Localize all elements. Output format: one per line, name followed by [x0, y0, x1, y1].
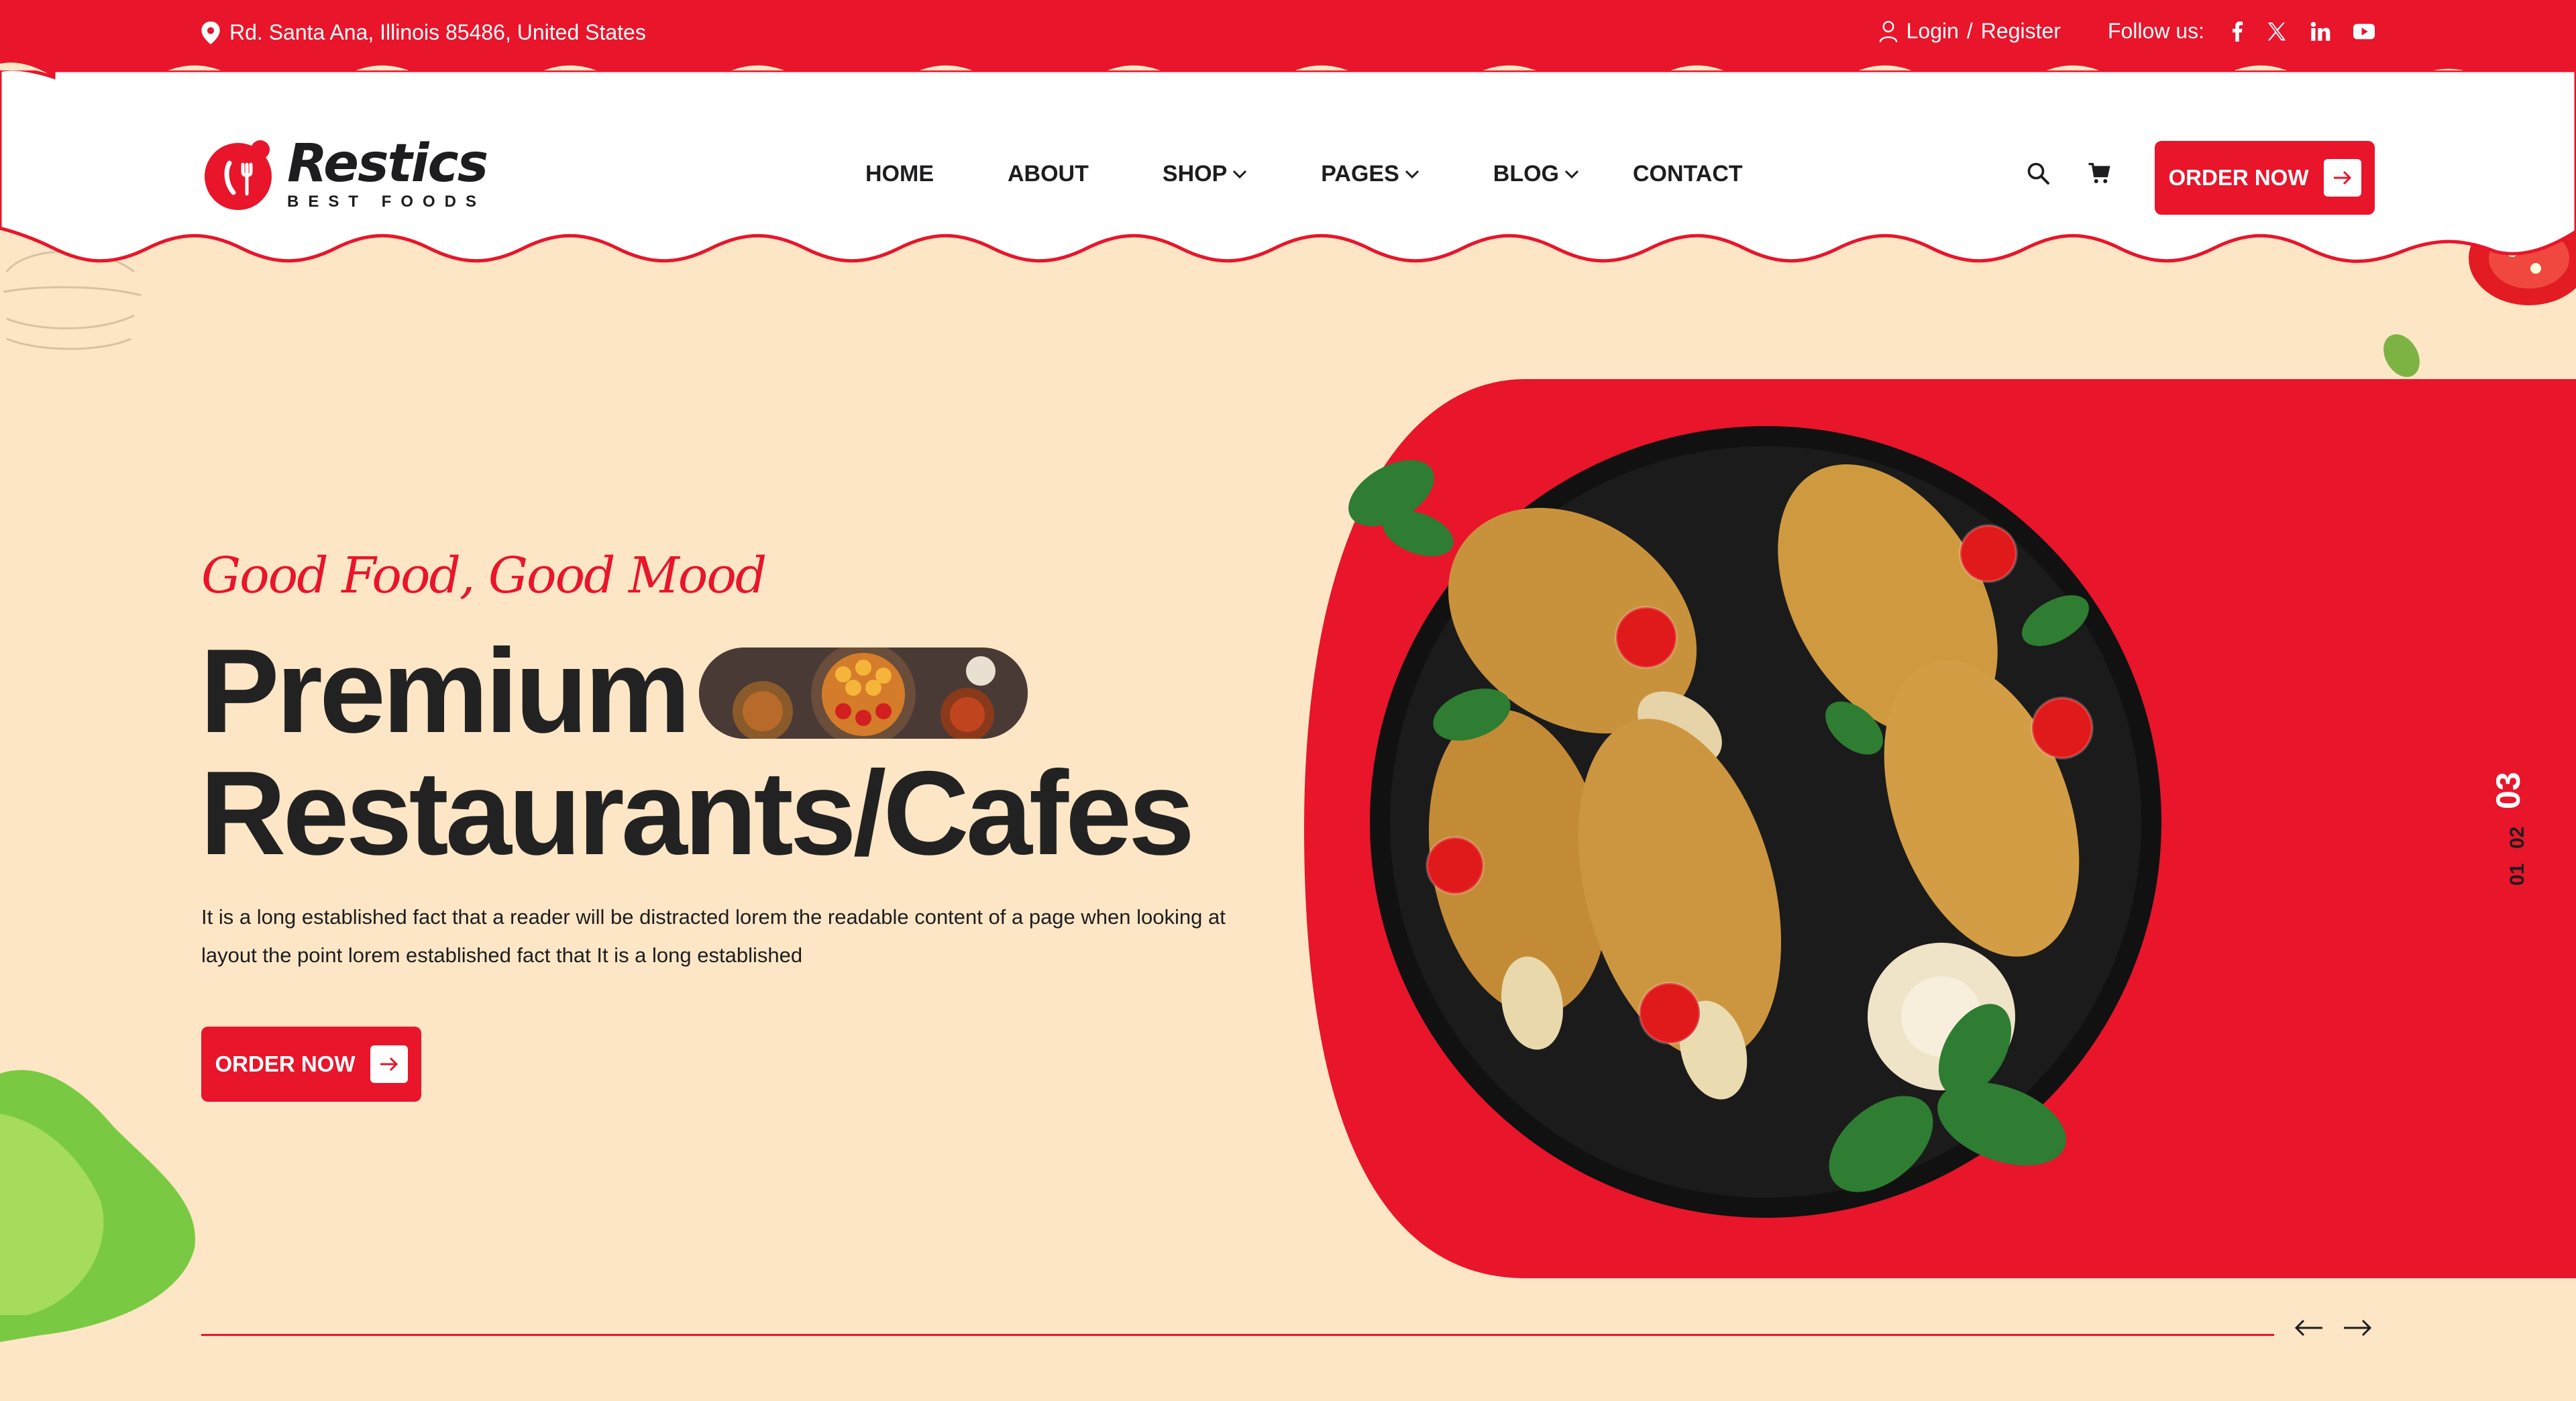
nav-contact[interactable]: CONTACT: [1633, 161, 1743, 187]
address-text: Rd. Santa Ana, Illinois 85486, United St…: [229, 20, 646, 44]
lettuce-decoration: [0, 1070, 195, 1342]
page: Rd. Santa Ana, Illinois 85486, United St…: [0, 0, 2576, 1401]
slide-03-active[interactable]: 03: [2489, 772, 2527, 809]
nav-pages[interactable]: PAGES: [1321, 161, 1419, 187]
facebook-icon[interactable]: [2231, 21, 2243, 42]
hero-order-now-button[interactable]: ORDER NOW: [201, 1027, 421, 1102]
nav-blog[interactable]: BLOG: [1493, 161, 1579, 187]
nav-shop-label: SHOP: [1162, 161, 1228, 187]
arrow-right-icon: [370, 1045, 408, 1083]
hero-tagline: Good Food, Good Mood: [201, 547, 767, 605]
user-icon: [1879, 20, 1897, 42]
hero-divider-line: [201, 1334, 2274, 1336]
nav-about-label: ABOUT: [1008, 161, 1089, 187]
hero-description: It is a long established fact that a rea…: [201, 905, 1226, 967]
brand-tagline: BEST FOODS: [287, 193, 486, 211]
search-icon[interactable]: [2026, 161, 2050, 185]
hero-order-now-label: ORDER NOW: [215, 1051, 356, 1076]
register-link[interactable]: Register: [1981, 19, 2061, 44]
arrow-right-icon[interactable]: [2343, 1318, 2372, 1338]
food-thumbnail-pill: [699, 647, 1028, 739]
slider-arrows: [2294, 1318, 2372, 1338]
address: Rd. Santa Ana, Illinois 85486, United St…: [201, 20, 646, 45]
brand-name: Restics: [287, 134, 488, 194]
brand-logo[interactable]: Restics BEST FOODS: [201, 134, 488, 211]
header-icons: [2026, 161, 2112, 185]
login-link[interactable]: Login: [1907, 19, 1959, 44]
brand-text: Restics BEST FOODS: [287, 134, 488, 211]
header-order-now-label: ORDER NOW: [2168, 165, 2309, 190]
arrow-left-icon[interactable]: [2294, 1318, 2324, 1338]
nav-about[interactable]: ABOUT: [1008, 161, 1089, 187]
hero-image-panel: [1304, 379, 2576, 1278]
account-links: Login / Register: [1878, 19, 2061, 44]
cart-icon[interactable]: [2088, 161, 2112, 185]
nav-shop[interactable]: SHOP: [1163, 161, 1247, 187]
nav-home-label: HOME: [865, 161, 934, 187]
logo-mark-icon: [205, 140, 272, 210]
top-right-links: Login / Register Follow us:: [1878, 19, 2375, 44]
follow-us-label: Follow us:: [2107, 19, 2204, 43]
hero-headline-line1: Premium: [200, 624, 691, 758]
x-icon[interactable]: [2266, 21, 2288, 42]
leaf-decoration: [2383, 334, 2420, 377]
header-order-now-button[interactable]: ORDER NOW: [2155, 141, 2375, 215]
slide-01[interactable]: 01: [2506, 864, 2528, 886]
nav-home[interactable]: HOME: [865, 161, 934, 187]
youtube-icon[interactable]: [2353, 23, 2375, 40]
nav-blog-label: BLOG: [1493, 161, 1559, 187]
chevron-down-icon: [1233, 170, 1247, 178]
nav-pages-label: PAGES: [1321, 161, 1399, 187]
social-links: [2231, 21, 2375, 42]
slide-02[interactable]: 02: [2506, 827, 2528, 849]
location-pin-icon: [201, 21, 220, 44]
linkedin-icon[interactable]: [2310, 21, 2330, 42]
main-nav: HOME ABOUT SHOP PAGES BLOG CONTACT: [865, 161, 1743, 187]
chevron-down-icon: [1564, 170, 1579, 178]
nav-contact-label: CONTACT: [1632, 161, 1743, 187]
slider-pagination: 01 02 03: [2489, 772, 2528, 886]
arrow-right-icon: [2323, 159, 2361, 197]
account-separator: /: [1966, 19, 1973, 43]
chevron-down-icon: [1405, 170, 1419, 178]
hero-headline-line2: Restaurants/Cafes: [200, 746, 1195, 880]
